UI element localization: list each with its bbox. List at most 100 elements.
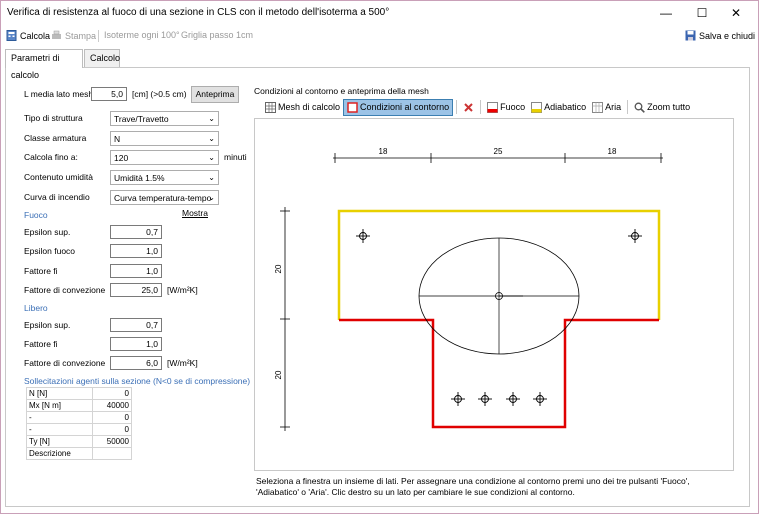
mesh-button[interactable]: Mesh di calcolo	[262, 99, 343, 116]
save-close-label: Salva e chiudi	[699, 30, 756, 41]
table-row[interactable]: Ty [N] 50000	[25, 435, 132, 448]
conv-fuoco-input[interactable]: 25,0	[110, 283, 162, 297]
chevron-down-icon: ⌄	[208, 193, 215, 202]
load-name: Descrizione	[25, 447, 94, 460]
eps-sup-libero-label: Epsilon sup.	[24, 320, 71, 330]
mesh-button-label: Mesh di calcolo	[278, 102, 341, 112]
adiabatic-icon	[531, 101, 543, 113]
griglia-button[interactable]: Griglia passo 1cm	[181, 30, 253, 40]
classe-select[interactable]: N ⌄	[110, 131, 219, 146]
left-dimension-line	[280, 207, 290, 431]
load-name: Ty [N]	[25, 435, 94, 448]
rebar-marker	[628, 229, 642, 243]
stampa-label: Stampa	[65, 30, 97, 41]
curva-select[interactable]: Curva temperatura-tempo ⌄	[110, 190, 219, 205]
tipo-label: Tipo di struttura	[24, 113, 83, 123]
zoom-all-button[interactable]: Zoom tutto	[631, 99, 693, 116]
rebar-marker	[356, 229, 370, 243]
fuoco-section-title: Fuoco	[24, 210, 48, 220]
window-title: Verifica di resistenza al fuoco di una s…	[7, 7, 390, 18]
chevron-down-icon: ⌄	[208, 173, 215, 182]
fi-libero-input[interactable]: 1,0	[110, 337, 162, 351]
close-button[interactable]: ✕	[721, 5, 751, 21]
conv-libero-unit: [W/m²K]	[167, 358, 198, 368]
load-value[interactable]: 40000	[92, 399, 132, 412]
conv-fuoco-unit: [W/m²K]	[167, 285, 198, 295]
umidita-value: Umidità 1.5%	[114, 173, 165, 183]
load-value[interactable]: 0	[92, 411, 132, 424]
toolbar-separator	[480, 100, 482, 114]
mesh-unit: [cm] (>0.5 cm)	[132, 89, 187, 99]
delete-button[interactable]	[460, 99, 477, 116]
dim-left-1: 20	[274, 264, 283, 273]
classe-label: Classe armatura	[24, 133, 87, 143]
chevron-down-icon: ⌄	[208, 114, 215, 123]
dim-top-1: 18	[379, 147, 388, 156]
eps-sup-fuoco-input[interactable]: 0,7	[110, 225, 162, 239]
help-text: Seleziona a finestra un insieme di lati.…	[256, 476, 690, 497]
tipo-select[interactable]: Trave/Travetto ⌄	[110, 111, 219, 126]
isoterme-button[interactable]: Isoterme ogni 100°	[104, 30, 180, 40]
load-name: N [N]	[25, 387, 94, 400]
curva-value: Curva temperatura-tempo	[114, 193, 212, 203]
tab-calcolo[interactable]: Calcolo	[84, 49, 120, 68]
calcola-fino-select[interactable]: 120 ⌄	[110, 150, 219, 165]
maximize-button[interactable]: ☐	[687, 5, 717, 21]
drawing-toolbar: Mesh di calcolo Condizioni al contorno F…	[262, 98, 693, 116]
chevron-down-icon: ⌄	[208, 153, 215, 162]
fire-icon	[487, 101, 499, 113]
table-row[interactable]: N [N] 0	[25, 387, 132, 400]
anteprima-button[interactable]: Anteprima	[191, 86, 239, 103]
fuoco-button[interactable]: Fuoco	[484, 99, 528, 116]
calcola-button[interactable]: Calcola	[6, 30, 50, 41]
load-value[interactable]: 50000	[92, 435, 132, 448]
toolbar-separator	[456, 100, 458, 114]
mesh-input[interactable]: 5,0	[91, 87, 127, 101]
table-row[interactable]: -0	[25, 411, 132, 424]
load-value[interactable]: 0	[92, 387, 132, 400]
eps-fuoco-input[interactable]: 1,0	[110, 244, 162, 258]
table-row[interactable]: Descrizione	[25, 447, 132, 460]
stampa-button[interactable]: Stampa	[51, 30, 96, 41]
mesh-label: L media lato mesh	[24, 89, 94, 99]
eps-sup-libero-input[interactable]: 0,7	[110, 318, 162, 332]
drawing-canvas[interactable]: 18 25 18 20 20	[254, 118, 734, 471]
rebar-marker	[506, 392, 520, 406]
boundary-conditions-label: Condizioni al contorno	[360, 102, 450, 112]
chevron-down-icon: ⌄	[208, 134, 215, 143]
load-name: -	[25, 423, 94, 436]
load-value[interactable]: 0	[92, 423, 132, 436]
fi-fuoco-input[interactable]: 1,0	[110, 264, 162, 278]
table-row[interactable]: -0	[25, 423, 132, 436]
toolbar-separator	[98, 30, 99, 42]
minuti-unit: minuti	[224, 152, 247, 162]
libero-section-title: Libero	[24, 303, 48, 313]
save-close-button[interactable]: Salva e chiudi	[685, 30, 755, 41]
tab-parametri[interactable]: Parametri di calcolo	[5, 49, 83, 80]
conv-libero-label: Fattore di convezione	[24, 358, 106, 368]
fi-libero-label: Fattore fi	[24, 339, 58, 349]
umidita-select[interactable]: Umidità 1.5% ⌄	[110, 170, 219, 185]
mostra-link[interactable]: Mostra	[182, 208, 208, 218]
minimize-button[interactable]: —	[651, 5, 681, 21]
calcola-fino-value: 120	[114, 153, 129, 163]
boundary-conditions-button[interactable]: Condizioni al contorno	[343, 98, 454, 116]
parameters-panel: L media lato mesh 5,0 [cm] (>0.5 cm) Ant…	[5, 67, 750, 507]
calcola-fino-label: Calcola fino a:	[24, 152, 78, 162]
eps-sup-fuoco-label: Epsilon sup.	[24, 227, 71, 237]
adiabatico-button[interactable]: Adiabatico	[528, 99, 589, 116]
conv-fuoco-label: Fattore di convezione	[24, 285, 106, 295]
table-row[interactable]: Mx [N m] 40000	[25, 399, 132, 412]
tipo-value: Trave/Travetto	[114, 114, 169, 124]
aria-button[interactable]: Aria	[589, 99, 624, 116]
section-drawing[interactable]: 18 25 18 20 20	[255, 119, 733, 470]
conv-libero-input[interactable]: 6,0	[110, 356, 162, 370]
zoom-all-label: Zoom tutto	[647, 102, 691, 112]
load-value[interactable]	[92, 447, 132, 460]
boundary-icon	[347, 101, 358, 113]
loads-grid: N [N] 0 Mx [N m] 40000 -0 -0 Ty [N] 50000 D…	[25, 387, 132, 460]
umidita-label: Contenuto umidità	[24, 172, 93, 182]
main-window: Verifica di resistenza al fuoco di una s…	[0, 0, 759, 514]
aria-button-label: Aria	[605, 102, 622, 112]
toolbar: Calcola Stampa Isoterme ogni 100° Grigli…	[1, 25, 758, 47]
